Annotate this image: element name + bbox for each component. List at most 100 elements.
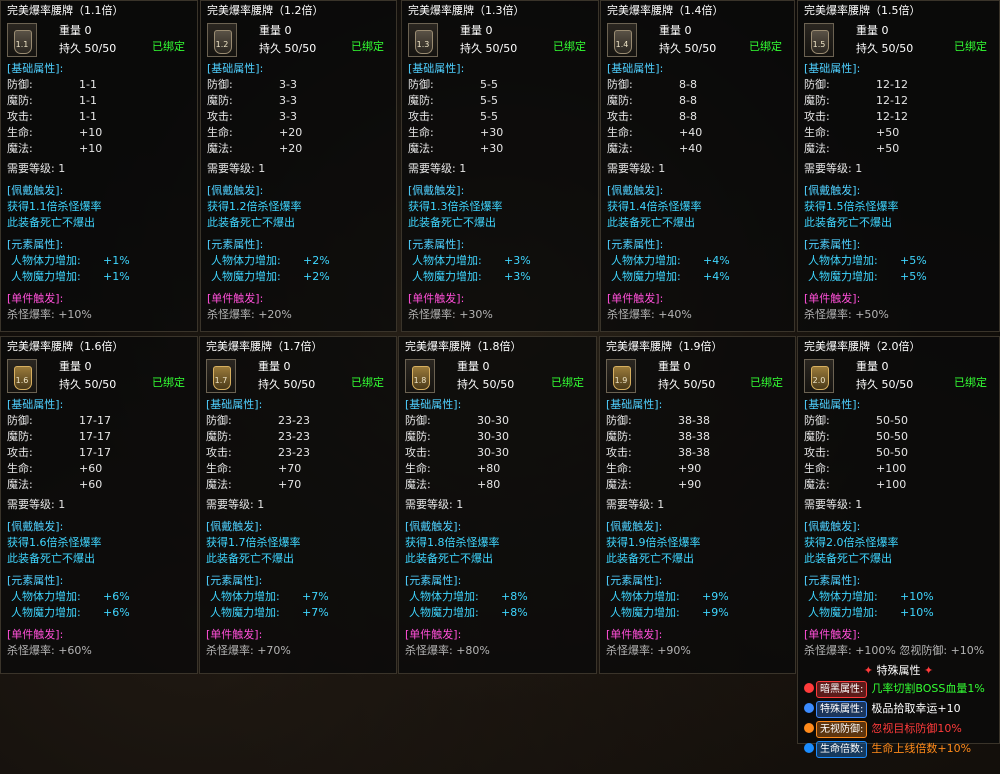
belt-token-icon[interactable]: 1.5 (804, 23, 834, 57)
stat-name: 魔法: (207, 142, 233, 155)
stat-name: 魔法: (405, 478, 431, 491)
token-multiplier-label: 2.0 (812, 376, 826, 385)
stat-row: 防御: 30-30 (405, 413, 590, 429)
bound-status: 已绑定 (351, 376, 384, 389)
belt-token-icon[interactable]: 1.6 (7, 359, 37, 393)
item-name: 完美爆率腰牌（1.8倍） (405, 340, 522, 353)
no-drop-on-death: 此装备死亡不爆出 (804, 216, 892, 229)
belt-token-icon[interactable]: 1.8 (405, 359, 435, 393)
stat-value: +30 (480, 126, 504, 139)
element-row: 人物魔力增加: +1% (7, 269, 191, 285)
no-drop-on-death: 此装备死亡不爆出 (207, 216, 295, 229)
element-attributes-header: [元素属性]: (405, 574, 462, 587)
stat-value: +40 (679, 126, 703, 139)
base-attributes-header: [基础属性]: (7, 62, 64, 75)
element-name: 人物魔力增加: (409, 606, 479, 619)
item-name: 完美爆率腰牌（1.5倍） (804, 4, 921, 17)
drop-rate-bonus: 获得1.6倍杀怪爆率 (7, 536, 102, 549)
stat-value: +90 (678, 478, 702, 491)
special-orb-icon (804, 683, 814, 693)
element-name: 人物魔力增加: (412, 270, 482, 283)
stat-value: 1-1 (79, 78, 97, 91)
stat-row: 魔法: +50 (804, 141, 993, 157)
item-weight: 重量 0 (460, 24, 493, 37)
stat-name: 魔防: (206, 430, 232, 443)
stat-value: +100 (876, 478, 907, 491)
base-attributes-header: [基础属性]: (804, 62, 861, 75)
item-tooltip-card: 完美爆率腰牌（1.9倍） 1.9 重量 0 持久 50/50 已绑定 [基础属性]: 防御:… (599, 336, 796, 674)
element-name: 人物魔力增加: (210, 606, 280, 619)
stat-value: 3-3 (279, 78, 297, 91)
item-durability: 持久 50/50 (658, 378, 716, 391)
stat-value: +100 (876, 462, 907, 475)
stat-value: +60 (79, 462, 103, 475)
base-attributes-header: [基础属性]: (804, 398, 861, 411)
item-header: 1.7 重量 0 持久 50/50 已绑定 (206, 359, 390, 397)
required-level: 需要等级: 1 (607, 162, 666, 175)
single-trigger-value: 杀怪爆率: +90% (606, 644, 691, 657)
stat-name: 防御: (405, 414, 431, 427)
stat-row: 魔法: +30 (408, 141, 592, 157)
special-attribute-badge: 无视防御: (816, 721, 868, 738)
belt-token-icon[interactable]: 1.7 (206, 359, 236, 393)
stat-name: 防御: (607, 78, 633, 91)
belt-token-icon[interactable]: 2.0 (804, 359, 834, 393)
item-name: 完美爆率腰牌（1.6倍） (7, 340, 124, 353)
stat-value: +50 (876, 142, 900, 155)
stat-value: 12-12 (876, 78, 908, 91)
element-row: 人物体力增加: +10% (804, 589, 993, 605)
item-weight: 重量 0 (457, 360, 490, 373)
equip-trigger-header: [佩戴触发]: (804, 184, 861, 197)
stat-name: 生命: (606, 462, 632, 475)
required-level: 需要等级: 1 (804, 498, 863, 511)
element-row: 人物体力增加: +9% (606, 589, 789, 605)
stat-name: 魔法: (606, 478, 632, 491)
drop-rate-bonus: 获得2.0倍杀怪爆率 (804, 536, 899, 549)
stat-name: 防御: (804, 78, 830, 91)
token-multiplier-label: 1.8 (413, 376, 427, 385)
belt-token-icon[interactable]: 1.2 (207, 23, 237, 57)
equip-trigger-header: [佩戴触发]: (607, 184, 664, 197)
element-name: 人物魔力增加: (610, 606, 680, 619)
element-row: 人物魔力增加: +9% (606, 605, 789, 621)
base-attributes-header: [基础属性]: (207, 62, 264, 75)
element-name: 人物体力增加: (611, 254, 681, 267)
stat-value: 12-12 (876, 94, 908, 107)
element-value: +1% (103, 270, 130, 283)
single-trigger-header: [单件触发]: (7, 628, 64, 641)
stat-value: 23-23 (278, 414, 310, 427)
element-row: 人物体力增加: +7% (206, 589, 390, 605)
stat-row: 生命: +80 (405, 461, 590, 477)
stat-row: 生命: +40 (607, 125, 788, 141)
element-name: 人物魔力增加: (611, 270, 681, 283)
stat-row: 魔法: +60 (7, 477, 191, 493)
special-orb-icon (804, 723, 814, 733)
stat-row: 生命: +70 (206, 461, 390, 477)
item-durability: 持久 50/50 (457, 378, 515, 391)
single-trigger-header: [单件触发]: (207, 292, 264, 305)
stat-row: 攻击: 12-12 (804, 109, 993, 125)
stat-name: 生命: (207, 126, 233, 139)
single-trigger-header: [单件触发]: (607, 292, 664, 305)
element-row: 人物体力增加: +4% (607, 253, 788, 269)
stat-name: 魔防: (804, 430, 830, 443)
stat-value: 30-30 (477, 414, 509, 427)
belt-token-icon[interactable]: 1.4 (607, 23, 637, 57)
stat-name: 魔法: (408, 142, 434, 155)
stat-row: 攻击: 30-30 (405, 445, 590, 461)
stat-row: 魔防: 23-23 (206, 429, 390, 445)
stat-name: 魔防: (607, 94, 633, 107)
stat-name: 防御: (7, 78, 33, 91)
equip-trigger-header: [佩戴触发]: (606, 520, 663, 533)
element-attributes-header: [元素属性]: (206, 574, 263, 587)
element-row: 人物体力增加: +3% (408, 253, 592, 269)
belt-token-icon[interactable]: 1.3 (408, 23, 438, 57)
belt-token-icon[interactable]: 1.1 (7, 23, 37, 57)
item-header: 1.1 重量 0 持久 50/50 已绑定 (7, 23, 191, 61)
stat-row: 攻击: 8-8 (607, 109, 788, 125)
element-value: +3% (504, 270, 531, 283)
stat-row: 防御: 12-12 (804, 77, 993, 93)
belt-token-icon[interactable]: 1.9 (606, 359, 636, 393)
stat-row: 魔防: 8-8 (607, 93, 788, 109)
stat-row: 魔法: +80 (405, 477, 590, 493)
